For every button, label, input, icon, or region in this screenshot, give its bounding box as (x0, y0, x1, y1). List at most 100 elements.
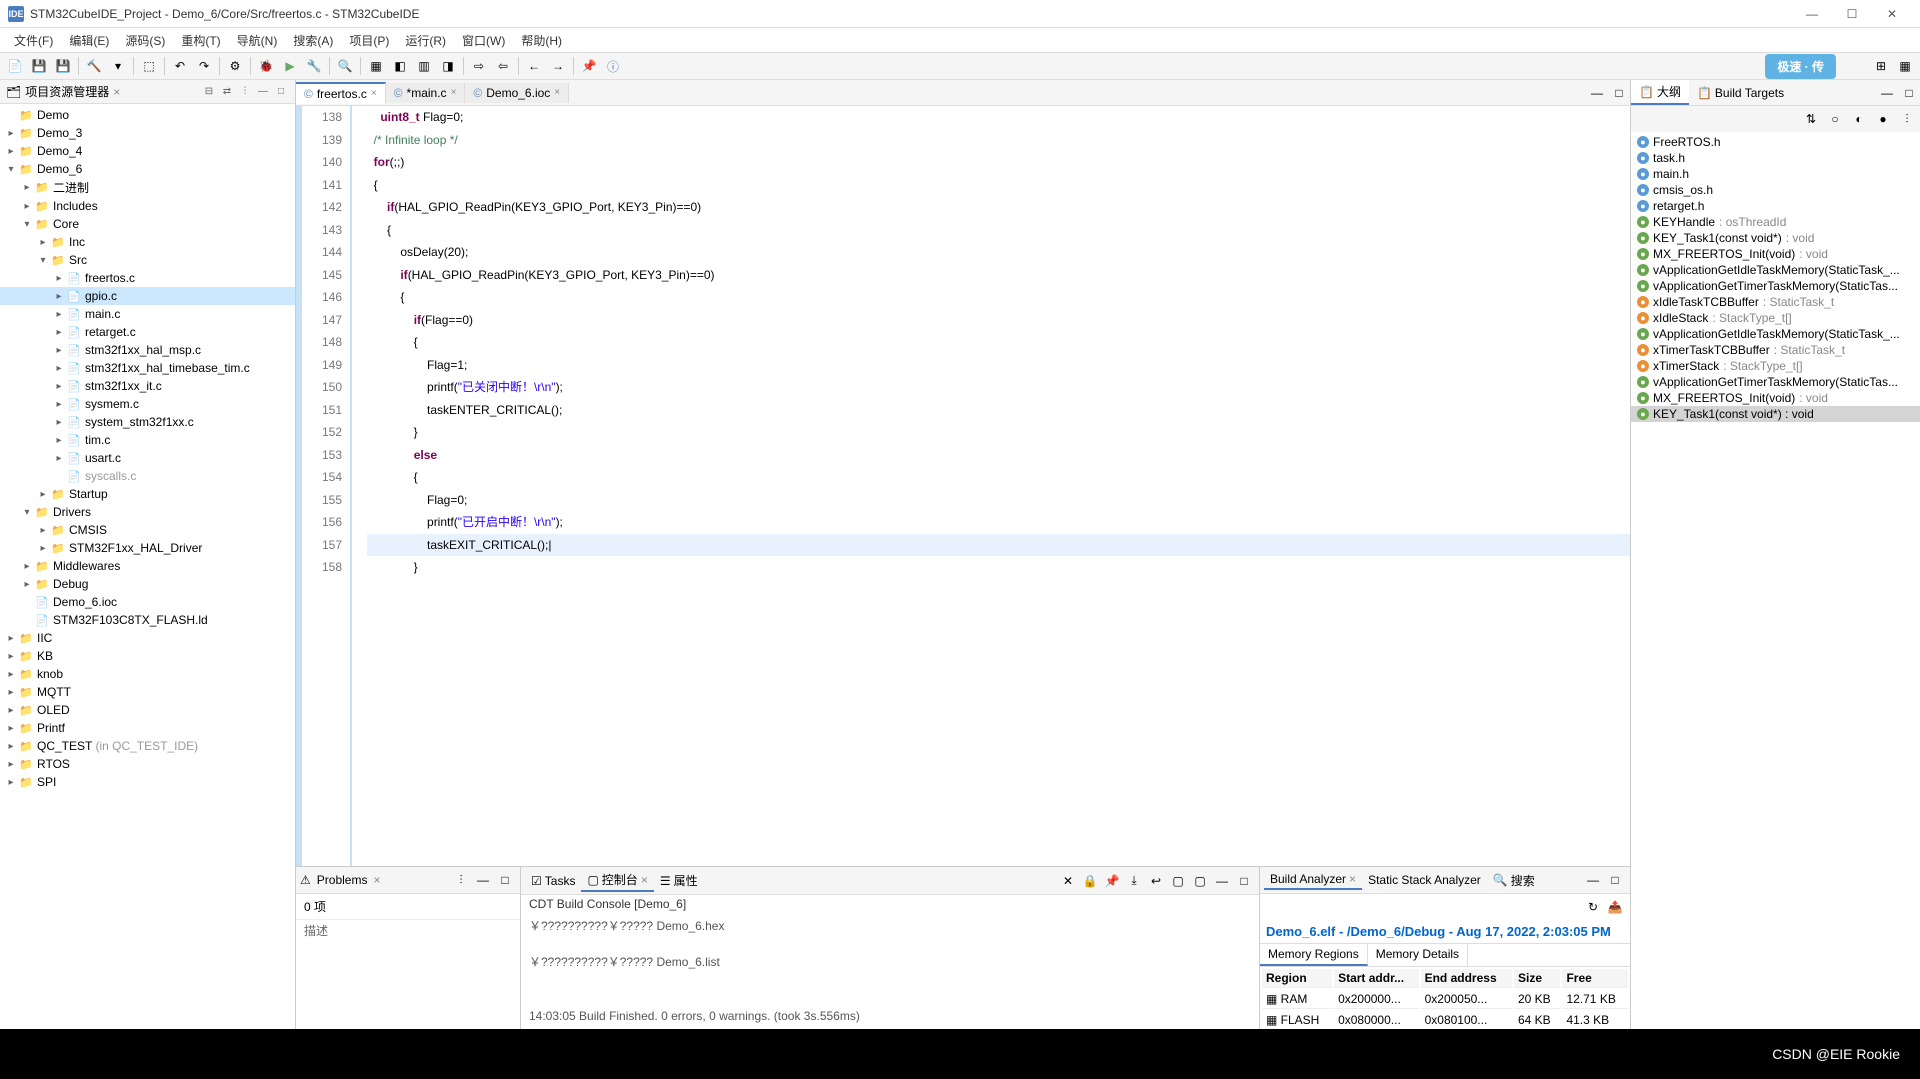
tree-item-tim.c[interactable]: ▸📄tim.c (0, 431, 295, 449)
display-icon[interactable]: ▢ (1167, 870, 1189, 892)
tree-item-Demo_6[interactable]: ▾📁Demo_6 (0, 160, 295, 178)
save-all-icon[interactable]: 💾 (52, 55, 74, 77)
outline-item[interactable]: ●vApplicationGetTimerTaskMemory(StaticTa… (1631, 374, 1920, 390)
nav-fwd-icon[interactable]: → (547, 55, 569, 77)
tree-item-gpio.c[interactable]: ▸📄gpio.c (0, 287, 295, 305)
nav-back-icon[interactable]: ← (523, 55, 545, 77)
sort-icon[interactable]: ⇅ (1800, 108, 1822, 130)
editor-tab-*main.c[interactable]: ©*main.c× (386, 83, 466, 103)
min-icon[interactable]: — (255, 84, 271, 100)
run-icon[interactable]: ▶ (279, 55, 301, 77)
pin-icon[interactable]: 📌 (578, 55, 600, 77)
problems-tab[interactable]: Problems (311, 871, 374, 889)
tree-item-stm32f1xx_hal_timebase_tim.c[interactable]: ▸📄stm32f1xx_hal_timebase_tim.c (0, 359, 295, 377)
prev-icon[interactable]: ⇦ (492, 55, 514, 77)
outline-item[interactable]: ●xTimerStack : StackType_t[] (1631, 358, 1920, 374)
save-icon[interactable]: 💾 (28, 55, 50, 77)
outline-item[interactable]: ●main.h (1631, 166, 1920, 182)
tree-item-syscalls.c[interactable]: 📄syscalls.c (0, 467, 295, 485)
outline-item[interactable]: ●vApplicationGetIdleTaskMemory(StaticTas… (1631, 326, 1920, 342)
search-icon[interactable]: 🔍 (334, 55, 356, 77)
minimize-button[interactable]: — (1792, 2, 1832, 26)
tree-item-Demo[interactable]: 📁Demo (0, 106, 295, 124)
outline-item[interactable]: ●KEY_Task1(const void*) : void (1631, 406, 1920, 422)
menu-重构(T)[interactable]: 重构(T) (173, 32, 228, 49)
tree-item-STM32F103C8TX_FLASH.ld[interactable]: 📄STM32F103C8TX_FLASH.ld (0, 611, 295, 629)
tree-item-Startup[interactable]: ▸📁Startup (0, 485, 295, 503)
hide-static-icon[interactable]: ◐ (1848, 108, 1870, 130)
max-icon[interactable]: □ (273, 84, 289, 100)
tree-item-Inc[interactable]: ▸📁Inc (0, 233, 295, 251)
tree-item-Debug[interactable]: ▸📁Debug (0, 575, 295, 593)
tree-item-SPI[interactable]: ▸📁SPI (0, 773, 295, 791)
tree-item-Middlewares[interactable]: ▸📁Middlewares (0, 557, 295, 575)
maximize-button[interactable]: ☐ (1832, 2, 1872, 26)
tree-item-Demo_6.ioc[interactable]: 📄Demo_6.ioc (0, 593, 295, 611)
menu-窗口(W)[interactable]: 窗口(W) (454, 32, 513, 49)
min-icon[interactable]: — (1876, 82, 1898, 104)
tree-item-QC_TEST[interactable]: ▸📁QC_TEST (in QC_TEST_IDE) (0, 737, 295, 755)
redo-icon[interactable]: ↷ (193, 55, 215, 77)
properties-tab[interactable]: ☰ 属性 (654, 870, 704, 891)
tree-item-main.c[interactable]: ▸📄main.c (0, 305, 295, 323)
tool3-icon[interactable]: ◨ (437, 55, 459, 77)
lock-icon[interactable]: 🔒 (1079, 870, 1101, 892)
min-icon[interactable]: — (472, 869, 494, 891)
tab-close-icon[interactable]: × (373, 873, 380, 887)
outline-tab-大纲[interactable]: 📋大纲 (1631, 80, 1689, 105)
collapse-all-icon[interactable]: ⊟ (201, 84, 217, 100)
close-button[interactable]: ✕ (1872, 2, 1912, 26)
hide-fields-icon[interactable]: ○ (1824, 108, 1846, 130)
tree-item-KB[interactable]: ▸📁KB (0, 647, 295, 665)
tree-item-Src[interactable]: ▾📁Src (0, 251, 295, 269)
menu-编辑(E)[interactable]: 编辑(E) (61, 32, 117, 49)
tree-item-knob[interactable]: ▸📁knob (0, 665, 295, 683)
tree-item-retarget.c[interactable]: ▸📄retarget.c (0, 323, 295, 341)
chip-icon[interactable]: ▦ (365, 55, 387, 77)
tree-item-usart.c[interactable]: ▸📄usart.c (0, 449, 295, 467)
max-icon[interactable]: □ (1898, 82, 1920, 104)
outline-item[interactable]: ●FreeRTOS.h (1631, 134, 1920, 150)
config-icon[interactable]: ⚙ (224, 55, 246, 77)
code-editor[interactable]: 1381391401411421431441451461471481491501… (296, 106, 1630, 866)
menu-帮助(H)[interactable]: 帮助(H) (513, 32, 570, 49)
tree-item-Core[interactable]: ▾📁Core (0, 215, 295, 233)
outline-item[interactable]: ●MX_FREERTOS_Init(void) : void (1631, 390, 1920, 406)
tree-item-Demo_4[interactable]: ▸📁Demo_4 (0, 142, 295, 160)
build-icon[interactable]: 🔨 (83, 55, 105, 77)
tree-item-stm32f1xx_it.c[interactable]: ▸📄stm32f1xx_it.c (0, 377, 295, 395)
tasks-tab[interactable]: ☑ Tasks (525, 872, 581, 890)
outline-item[interactable]: ●xIdleTaskTCBBuffer : StaticTask_t (1631, 294, 1920, 310)
tree-item-sysmem.c[interactable]: ▸📄sysmem.c (0, 395, 295, 413)
export-icon[interactable]: 📤 (1604, 896, 1626, 918)
tree-item-Includes[interactable]: ▸📁Includes (0, 197, 295, 215)
memory-regions-tab[interactable]: Memory Regions (1260, 944, 1368, 966)
tree-item-stm32f1xx_hal_msp.c[interactable]: ▸📄stm32f1xx_hal_msp.c (0, 341, 295, 359)
mem-row[interactable]: ▦ FLASH0x080000...0x080100...64 KB41.3 K… (1262, 1011, 1628, 1030)
outline-item[interactable]: ●MX_FREERTOS_Init(void) : void (1631, 246, 1920, 262)
perspective2-icon[interactable]: ▦ (1894, 55, 1916, 77)
outline-item[interactable]: ●xTimerTaskTCBBuffer : StaticTask_t (1631, 342, 1920, 358)
stack-analyzer-tab[interactable]: Static Stack Analyzer (1362, 871, 1487, 889)
tree-item-MQTT[interactable]: ▸📁MQTT (0, 683, 295, 701)
outline-item[interactable]: ●task.h (1631, 150, 1920, 166)
outline-item[interactable]: ●KEYHandle : osThreadId (1631, 214, 1920, 230)
build-dropdown-icon[interactable]: ▾ (107, 55, 129, 77)
hide-non-public-icon[interactable]: ● (1872, 108, 1894, 130)
open-icon[interactable]: ▢ (1189, 870, 1211, 892)
new-icon[interactable]: 📄 (4, 55, 26, 77)
tree-item-Demo_3[interactable]: ▸📁Demo_3 (0, 124, 295, 142)
filter-icon[interactable]: ⫶ (450, 869, 472, 891)
menu-导航(N)[interactable]: 导航(N) (229, 32, 286, 49)
tree-item-RTOS[interactable]: ▸📁RTOS (0, 755, 295, 773)
outline-item[interactable]: ●vApplicationGetIdleTaskMemory(StaticTas… (1631, 262, 1920, 278)
debug-icon[interactable]: 🐞 (255, 55, 277, 77)
link-icon[interactable]: ⇄ (219, 84, 235, 100)
memory-details-tab[interactable]: Memory Details (1368, 944, 1468, 966)
menu-文件(F)[interactable]: 文件(F) (6, 32, 61, 49)
tree-item-IIC[interactable]: ▸📁IIC (0, 629, 295, 647)
tree-item-system_stm32f1xx.c[interactable]: ▸📄system_stm32f1xx.c (0, 413, 295, 431)
editor-min-icon[interactable]: — (1586, 82, 1608, 104)
search-tab[interactable]: 🔍搜索 (1487, 870, 1541, 891)
outline-item[interactable]: ●retarget.h (1631, 198, 1920, 214)
